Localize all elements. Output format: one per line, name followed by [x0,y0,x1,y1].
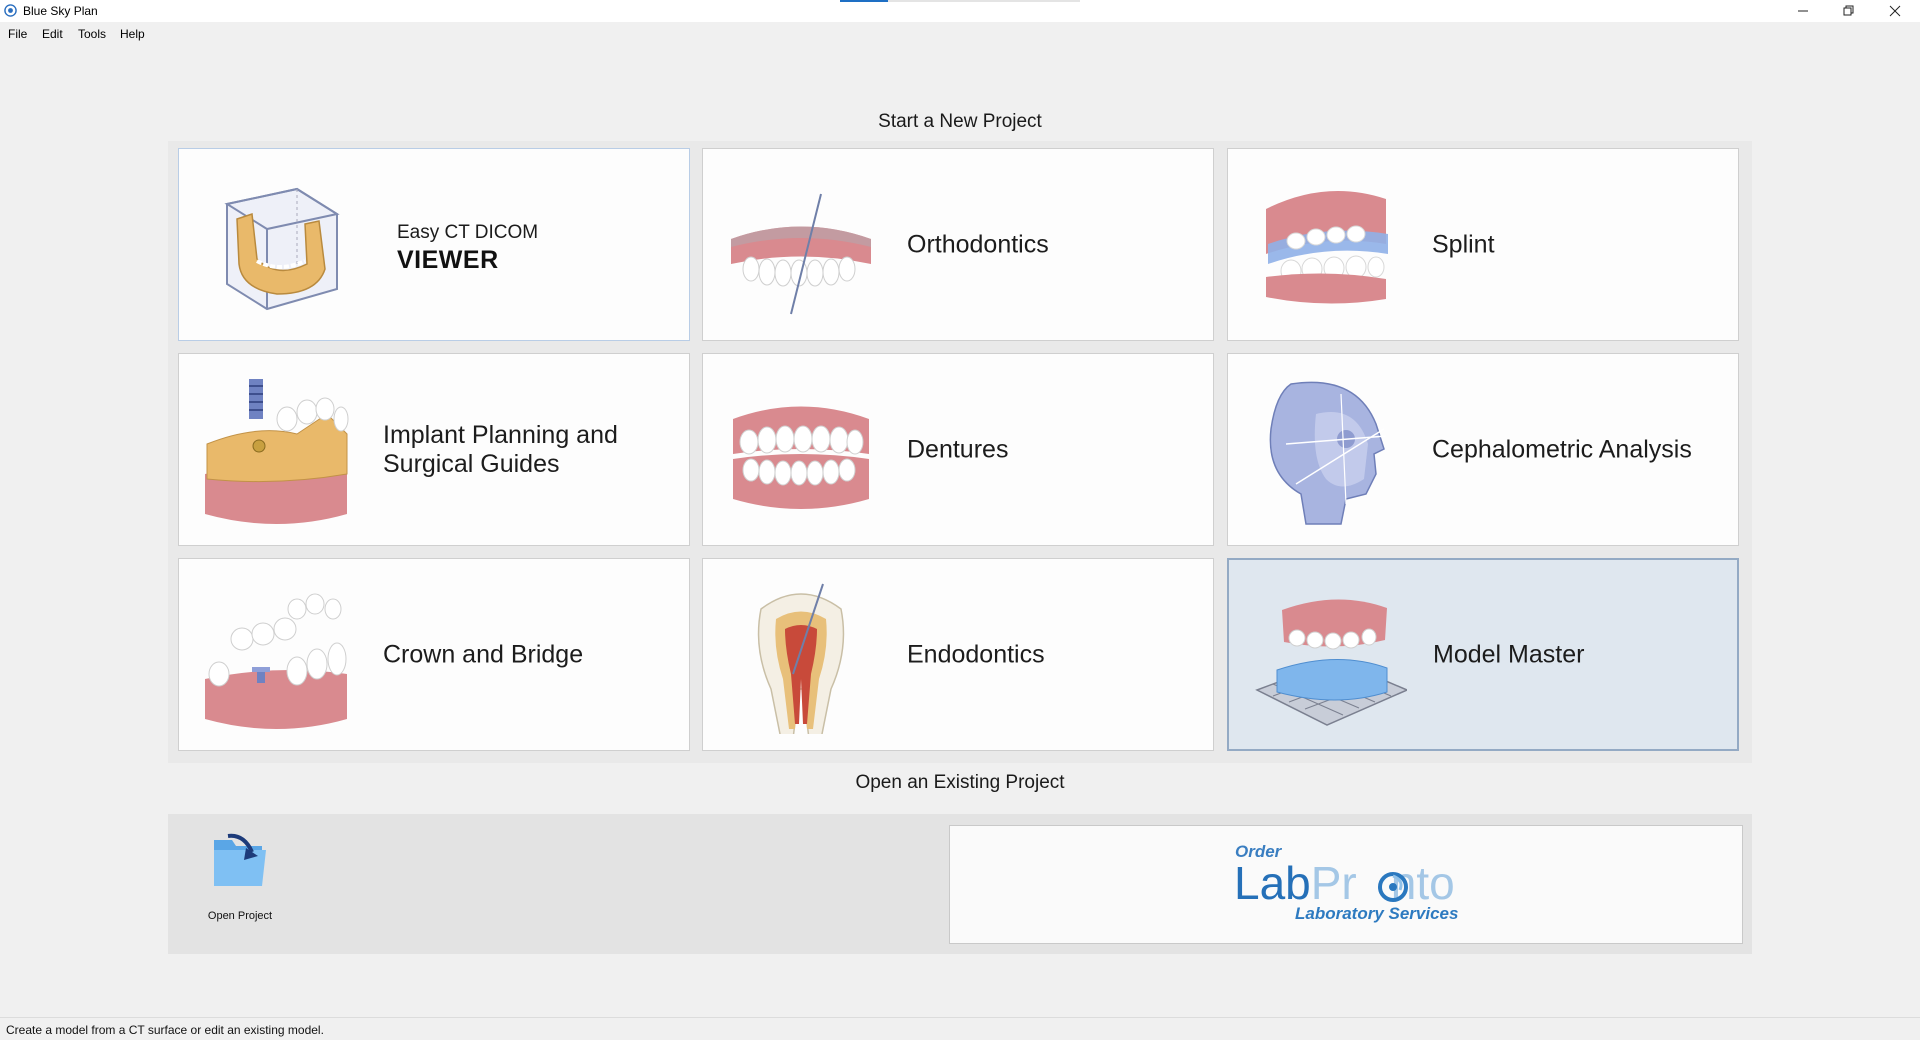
status-message: Create a model from a CT surface or edit… [6,1023,324,1037]
labpronto-logo: LabPr nto [1234,856,1455,910]
labpronto-subtitle: Laboratory Services [1295,904,1459,923]
existing-project-heading: Open an Existing Project [855,772,1065,793]
close-button[interactable] [1872,0,1918,22]
crown-bridge-icon [205,593,347,729]
menu-bar: File Edit Tools Help [0,22,1920,46]
orthodontics-teeth-icon [731,193,871,315]
loading-progress-bar [840,0,1080,2]
open-project-button[interactable]: Open Project [200,830,280,930]
cephalometric-label: Cephalometric Analysis [1432,435,1692,463]
tile-crown-bridge[interactable]: Crown and Bridge [178,558,690,751]
model-master-label: Model Master [1433,640,1585,668]
menu-tools[interactable]: Tools [78,27,106,41]
implant-planning-label: Implant Planning and Surgical Guides [383,420,618,478]
tile-orthodontics[interactable]: Orthodontics [702,148,1214,341]
implant-jaw-icon [205,379,349,524]
dentures-icon [733,406,869,509]
app-logo-icon [4,4,17,17]
crown-bridge-label: Crown and Bridge [383,640,584,668]
status-bar: Create a model from a CT surface or edit… [0,1017,1920,1040]
tile-cephalometric[interactable]: Cephalometric Analysis [1227,353,1739,546]
menu-help[interactable]: Help [120,27,145,41]
open-folder-icon [214,833,266,886]
tile-implant-planning[interactable]: Implant Planning and Surgical Guides [178,353,690,546]
menu-edit[interactable]: Edit [42,27,63,41]
dicom-title-line: Easy CT DICOM [397,222,539,243]
labpronto-swirl-icon [1378,872,1408,902]
order-labpronto-banner[interactable]: Order LabPr nto Laboratory Services [949,825,1743,944]
restore-button[interactable] [1826,0,1872,22]
splint-jaws-icon [1266,191,1388,304]
open-project-label: Open Project [207,910,273,922]
skull-profile-icon [1269,381,1387,525]
minimize-button[interactable] [1780,0,1826,22]
ct-cube-jaw-icon [224,187,340,311]
tile-dentures[interactable]: Dentures [702,353,1214,546]
tile-model-master[interactable]: Model Master [1227,558,1739,751]
minimize-icon [1798,10,1808,12]
orthodontics-label: Orthodontics [907,230,1049,258]
close-icon [1889,5,1901,17]
model-on-grid-icon [1255,599,1407,726]
dicom-viewer-word: VIEWER [397,246,499,274]
menu-file[interactable]: File [8,27,27,41]
tile-endodontics[interactable]: Endodontics [702,558,1214,751]
restore-icon [1843,5,1854,16]
endodontics-label: Endodontics [907,640,1045,668]
dicom-viewer-label: Easy CT DICOM VIEWER [397,222,538,275]
labpronto-pr-text: Pr [1310,857,1357,909]
tile-dicom-viewer[interactable]: Easy CT DICOM VIEWER [178,148,690,341]
loading-progress-fill [840,0,888,2]
tile-splint[interactable]: Splint [1227,148,1739,341]
new-project-heading: Start a New Project [878,111,1042,132]
dentures-label: Dentures [907,435,1009,463]
title-bar: Blue Sky Plan [0,0,1920,22]
splint-label: Splint [1432,230,1495,258]
labpronto-lab-text: Lab [1234,857,1311,909]
tooth-root-canal-icon [757,583,845,734]
window-title: Blue Sky Plan [23,4,98,18]
